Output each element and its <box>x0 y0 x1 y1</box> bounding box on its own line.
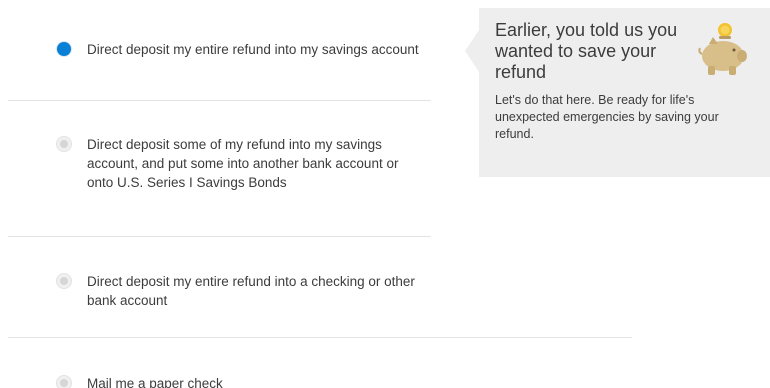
radio-savings-split[interactable] <box>57 137 71 151</box>
refund-options-page: Direct deposit my entire refund into my … <box>0 0 770 388</box>
option-savings-split[interactable]: Direct deposit some of my refund into my… <box>57 135 407 192</box>
savings-tip-callout: Earlier, you told us you wanted to save … <box>465 8 770 177</box>
radio-paper-check[interactable] <box>57 376 71 388</box>
divider <box>8 236 431 237</box>
tip-body: Let's do that here. Be ready for life's … <box>495 93 719 141</box>
tip-title: Earlier, you told us you wanted to save … <box>495 20 678 82</box>
option-label: Direct deposit some of my refund into my… <box>87 137 399 190</box>
option-paper-check[interactable]: Mail me a paper check <box>57 374 387 388</box>
option-label: Mail me a paper check <box>87 376 223 388</box>
piggy-bank-icon <box>698 23 747 75</box>
option-label: Direct deposit my entire refund into a c… <box>87 274 415 308</box>
option-checking-entire[interactable]: Direct deposit my entire refund into a c… <box>57 272 432 310</box>
divider <box>8 337 632 338</box>
radio-checking-entire[interactable] <box>57 274 71 288</box>
option-label: Direct deposit my entire refund into my … <box>87 42 419 57</box>
radio-savings-entire[interactable] <box>57 42 71 56</box>
option-savings-entire[interactable]: Direct deposit my entire refund into my … <box>57 40 427 59</box>
divider <box>8 100 431 101</box>
callout-arrow <box>465 30 479 72</box>
